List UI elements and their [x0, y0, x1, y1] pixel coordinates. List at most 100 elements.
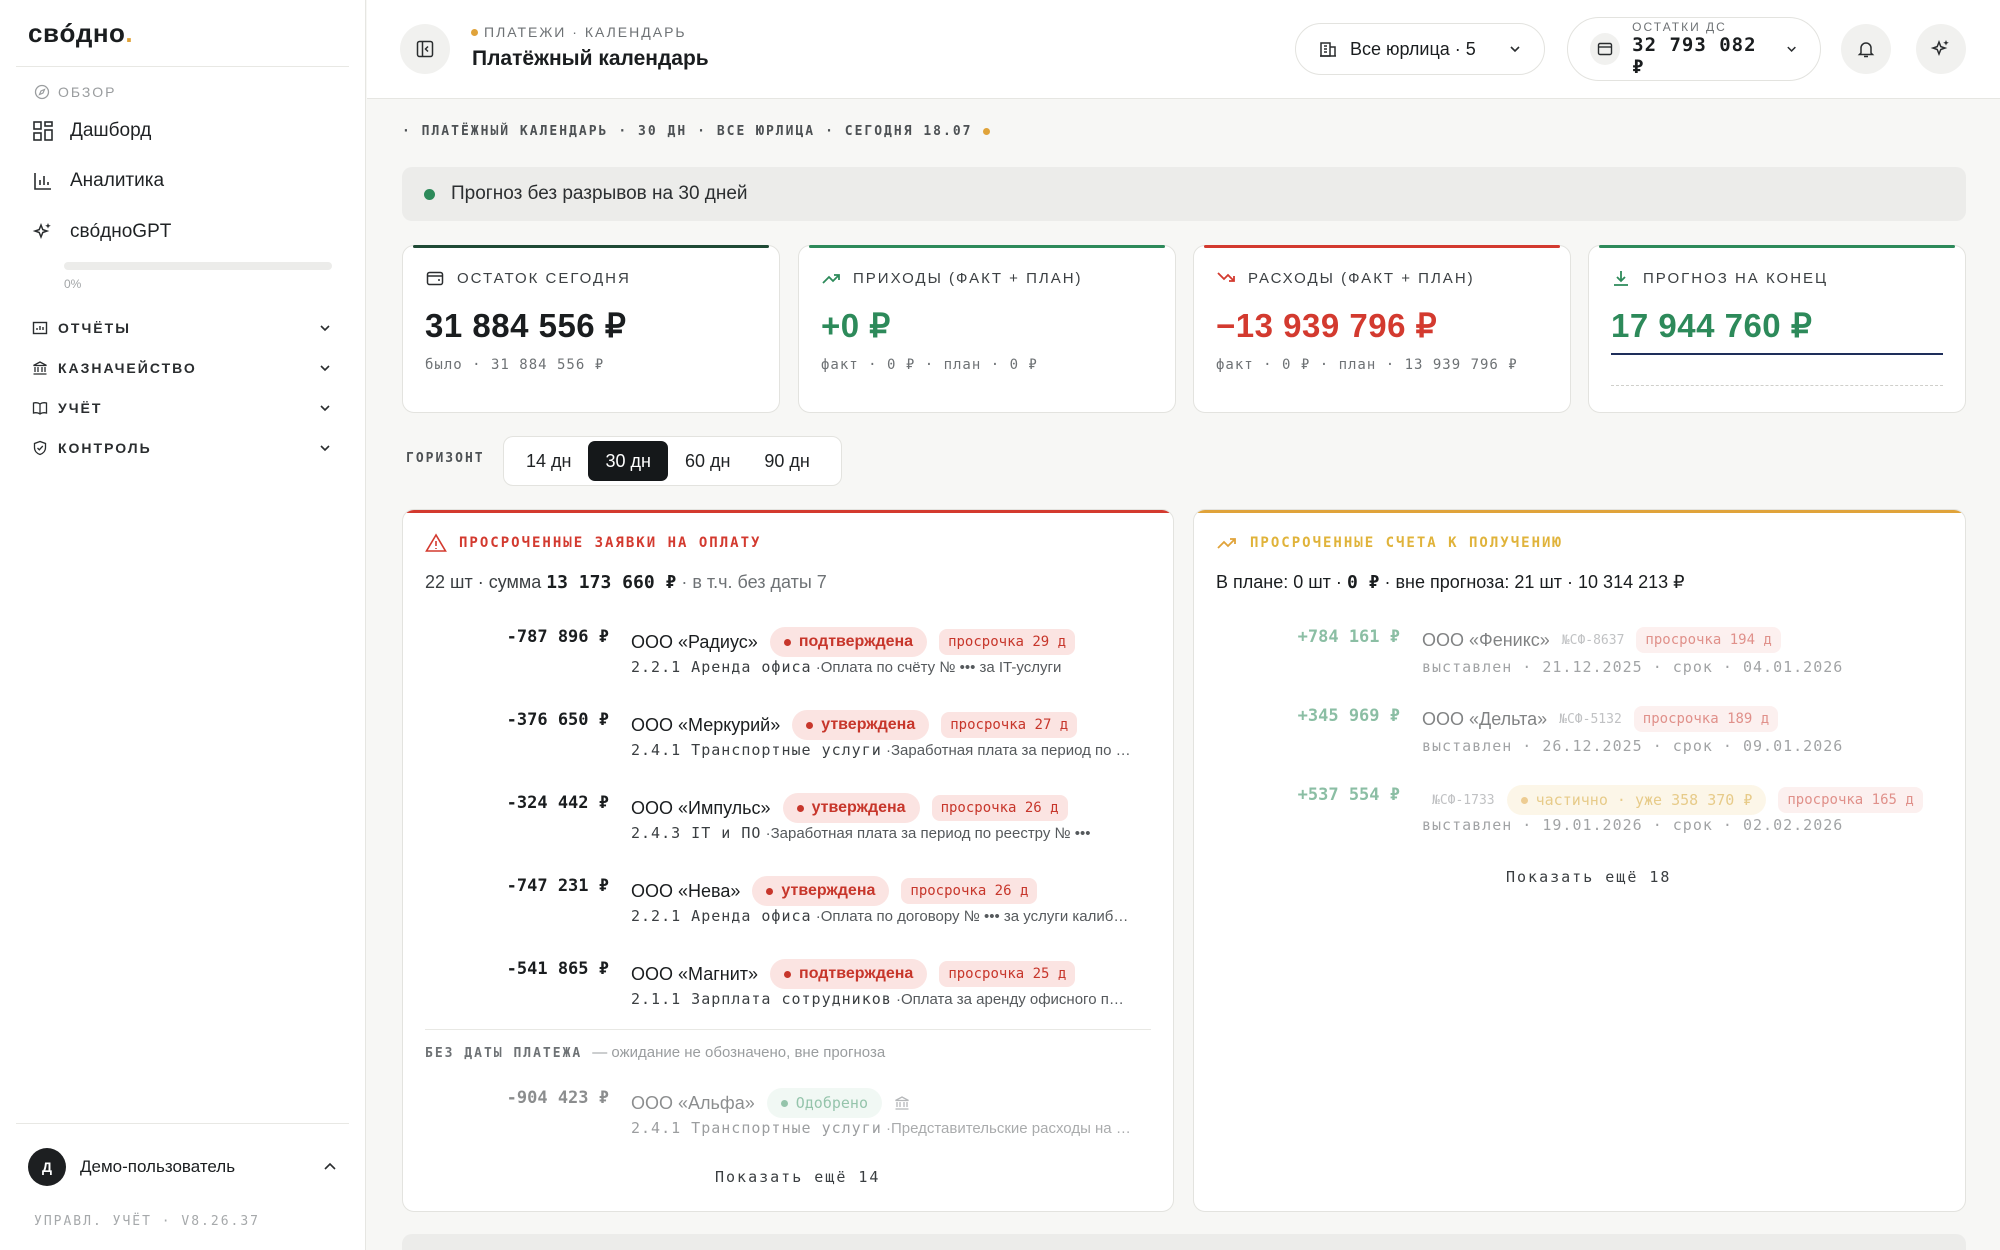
- company-name: ООО «Меркурий»: [631, 714, 781, 735]
- status-badge: утверждена: [782, 793, 920, 823]
- company-name: ООО «Феникс»: [1422, 629, 1550, 650]
- sidebar-group-control[interactable]: КОНТРОЛЬ: [32, 440, 332, 456]
- notifications-button[interactable]: [1841, 24, 1891, 74]
- receivable-amount: +784 161 ₽: [1297, 627, 1400, 647]
- section-divider: [425, 1029, 1151, 1030]
- sidebar-item-gpt[interactable]: свóдноGPT: [32, 221, 171, 243]
- invoice-number: №СФ-1733: [1432, 792, 1495, 808]
- report-icon: [32, 321, 48, 335]
- cash-balance-value: 32 793 082 ₽: [1632, 34, 1757, 78]
- overdue-tag: просрочка 27 д: [941, 712, 1078, 738]
- usage-progress-label: 0%: [64, 277, 82, 291]
- status-badge: подтверждена: [769, 627, 928, 657]
- forecast-baseline: [1611, 385, 1943, 386]
- no-date-section-label: БЕЗ ДАТЫ ПЛАТЕЖА — ожидание не обозначено…: [425, 1044, 886, 1061]
- overdue-payments-panel: ПРОСРОЧЕННЫЕ ЗАЯВКИ НА ОПЛАТУ 22 шт · су…: [402, 509, 1174, 1212]
- horizon-option-90[interactable]: 90 дн: [747, 441, 826, 481]
- user-name: Демо-пользователь: [80, 1157, 236, 1176]
- sparkle-icon: [1930, 39, 1949, 57]
- payment-details: 2.4.1 Транспортные услуги ·Представитель…: [631, 1119, 1131, 1137]
- bar-chart-icon: [34, 173, 51, 190]
- kpi-sub: факт · 0 ₽ · план · 13 939 796 ₽: [1216, 357, 1518, 373]
- bank-icon: [895, 1096, 909, 1110]
- usage-progress-bar: [64, 262, 332, 270]
- status-dot: [424, 188, 435, 200]
- shield-icon: [33, 440, 47, 456]
- cash-balance-widget[interactable]: ОСТАТКИ ДС 32 793 082 ₽: [1567, 17, 1821, 81]
- payment-details: 2.2.1 Аренда офиса ·Оплата по счёту № ••…: [631, 658, 1062, 676]
- horizon-option-14[interactable]: 14 дн: [509, 441, 588, 481]
- chevron-down-icon: [1510, 46, 1520, 53]
- sidebar-toggle-icon: [416, 40, 434, 58]
- ai-assistant-button[interactable]: [1916, 24, 1966, 74]
- user-menu[interactable]: Д Демо-пользователь: [28, 1148, 338, 1186]
- warning-icon: [425, 533, 447, 552]
- sidebar-item-dashboard[interactable]: Дашборд: [32, 120, 151, 142]
- page-title: Платёжный календарь: [472, 47, 709, 70]
- show-more-payments-button[interactable]: Показать ещё 14: [715, 1168, 880, 1186]
- kpi-balance-today: ОСТАТОК СЕГОДНЯ 31 884 556 ₽ было · 31 8…: [402, 245, 780, 413]
- topbar: ПЛАТЕЖИ · КАЛЕНДАРЬ Платёжный календарь …: [367, 0, 2000, 99]
- overdue-receivables-panel: ПРОСРОЧЕННЫЕ СЧЕТА К ПОЛУЧЕНИЮ В плане: …: [1193, 509, 1966, 1212]
- company-name: ООО «Импульс»: [631, 797, 771, 818]
- status-badge: утверждена: [752, 876, 890, 906]
- wallet-icon: [426, 271, 444, 286]
- overdue-tag: просрочка 25 д: [939, 961, 1076, 987]
- panel-title: ПРОСРОЧЕННЫЕ ЗАЯВКИ НА ОПЛАТУ: [425, 533, 761, 553]
- kpi-value: −13 939 796 ₽: [1216, 307, 1438, 344]
- overdue-tag: просрочка 189 д: [1633, 706, 1779, 732]
- overdue-tag: просрочка 26 д: [901, 878, 1038, 904]
- chevron-down-icon: [320, 365, 330, 372]
- forecast-banner: Прогноз без разрывов на 30 дней: [402, 167, 1966, 221]
- receivable-dates: выставлен · 26.12.2025 · срок · 09.01.20…: [1422, 737, 1844, 755]
- sidebar-item-label: Дашборд: [70, 120, 152, 141]
- status-badge: Одобрено: [766, 1088, 882, 1118]
- overview-section-label: ОБЗОР: [34, 84, 116, 100]
- sidebar-group-accounting[interactable]: УЧЁТ: [32, 400, 332, 416]
- kpi-value: 17 944 760 ₽: [1611, 307, 1813, 344]
- sidebar-item-analytics[interactable]: Аналитика: [32, 170, 164, 192]
- collapse-sidebar-button[interactable]: [400, 24, 450, 74]
- sidebar-group-treasury[interactable]: КАЗНАЧЕЙСТВО: [32, 360, 332, 376]
- download-icon: [1614, 271, 1628, 286]
- receivable-amount: +345 969 ₽: [1297, 706, 1400, 726]
- horizon-option-60[interactable]: 60 дн: [668, 441, 747, 481]
- context-breadcrumb: · ПЛАТЁЖНЫЙ КАЛЕНДАРЬ · 30 ДН · ВСЕ ЮРЛИЦА…: [402, 124, 990, 139]
- overdue-tag: просрочка 165 д: [1778, 787, 1923, 813]
- overdue-tag: просрочка 26 д: [931, 795, 1068, 821]
- forecast-line: [1611, 353, 1943, 355]
- compass-icon: [34, 84, 50, 100]
- chevron-up-icon: [324, 1162, 336, 1170]
- sidebar-item-label: Аналитика: [70, 170, 165, 191]
- payment-details: 2.2.1 Аренда офиса ·Оплата по договору №…: [631, 907, 1131, 925]
- receivable-amount: +537 554 ₽: [1297, 785, 1400, 805]
- kpi-sub: факт · 0 ₽ · план · 0 ₽: [821, 357, 1038, 373]
- cash-balance-label: ОСТАТКИ ДС: [1632, 20, 1727, 34]
- chevron-down-icon: [320, 405, 330, 412]
- chevron-down-icon: [320, 445, 330, 452]
- show-more-receivables-button[interactable]: Показать ещё 18: [1506, 868, 1671, 886]
- company-name: ООО «Дельта»: [1422, 708, 1548, 729]
- kpi-expenses: РАСХОДЫ (ФАКТ + ПЛАН) −13 939 796 ₽ факт…: [1193, 245, 1571, 413]
- trend-up-icon: [822, 274, 840, 284]
- partial-badge: частично · уже 358 370 ₽: [1506, 785, 1767, 815]
- sidebar-group-reports[interactable]: ОТЧЁТЫ: [32, 320, 332, 336]
- sidebar-item-label: свóдноGPT: [70, 221, 172, 242]
- entity-select[interactable]: Все юрлица · 5: [1295, 23, 1545, 75]
- panel-summary: В плане: 0 шт · 0 ₽ · вне прогноза: 21 ш…: [1216, 572, 1685, 593]
- payment-details: 2.4.1 Транспортные услуги ·Заработная пл…: [631, 741, 1131, 759]
- trend-down-icon: [1217, 272, 1235, 282]
- chevron-down-icon: [1787, 46, 1796, 52]
- kpi-value: +0 ₽: [821, 307, 891, 344]
- logo[interactable]: свóдно.: [28, 18, 133, 49]
- status-badge: подтверждена: [770, 959, 928, 989]
- invoice-number: №СФ-5132: [1559, 711, 1622, 727]
- payment-amount: -376 650 ₽: [506, 710, 609, 730]
- status-badge: утверждена: [792, 710, 930, 740]
- horizon-option-30[interactable]: 30 дн: [588, 441, 668, 481]
- kpi-value: 31 884 556 ₽: [425, 307, 627, 344]
- sidebar-divider: [16, 1123, 349, 1124]
- breadcrumb: ПЛАТЕЖИ · КАЛЕНДАРЬ: [471, 24, 687, 40]
- chevron-down-icon: [320, 325, 330, 332]
- receivable-dates: выставлен · 21.12.2025 · срок · 04.01.20…: [1422, 658, 1844, 676]
